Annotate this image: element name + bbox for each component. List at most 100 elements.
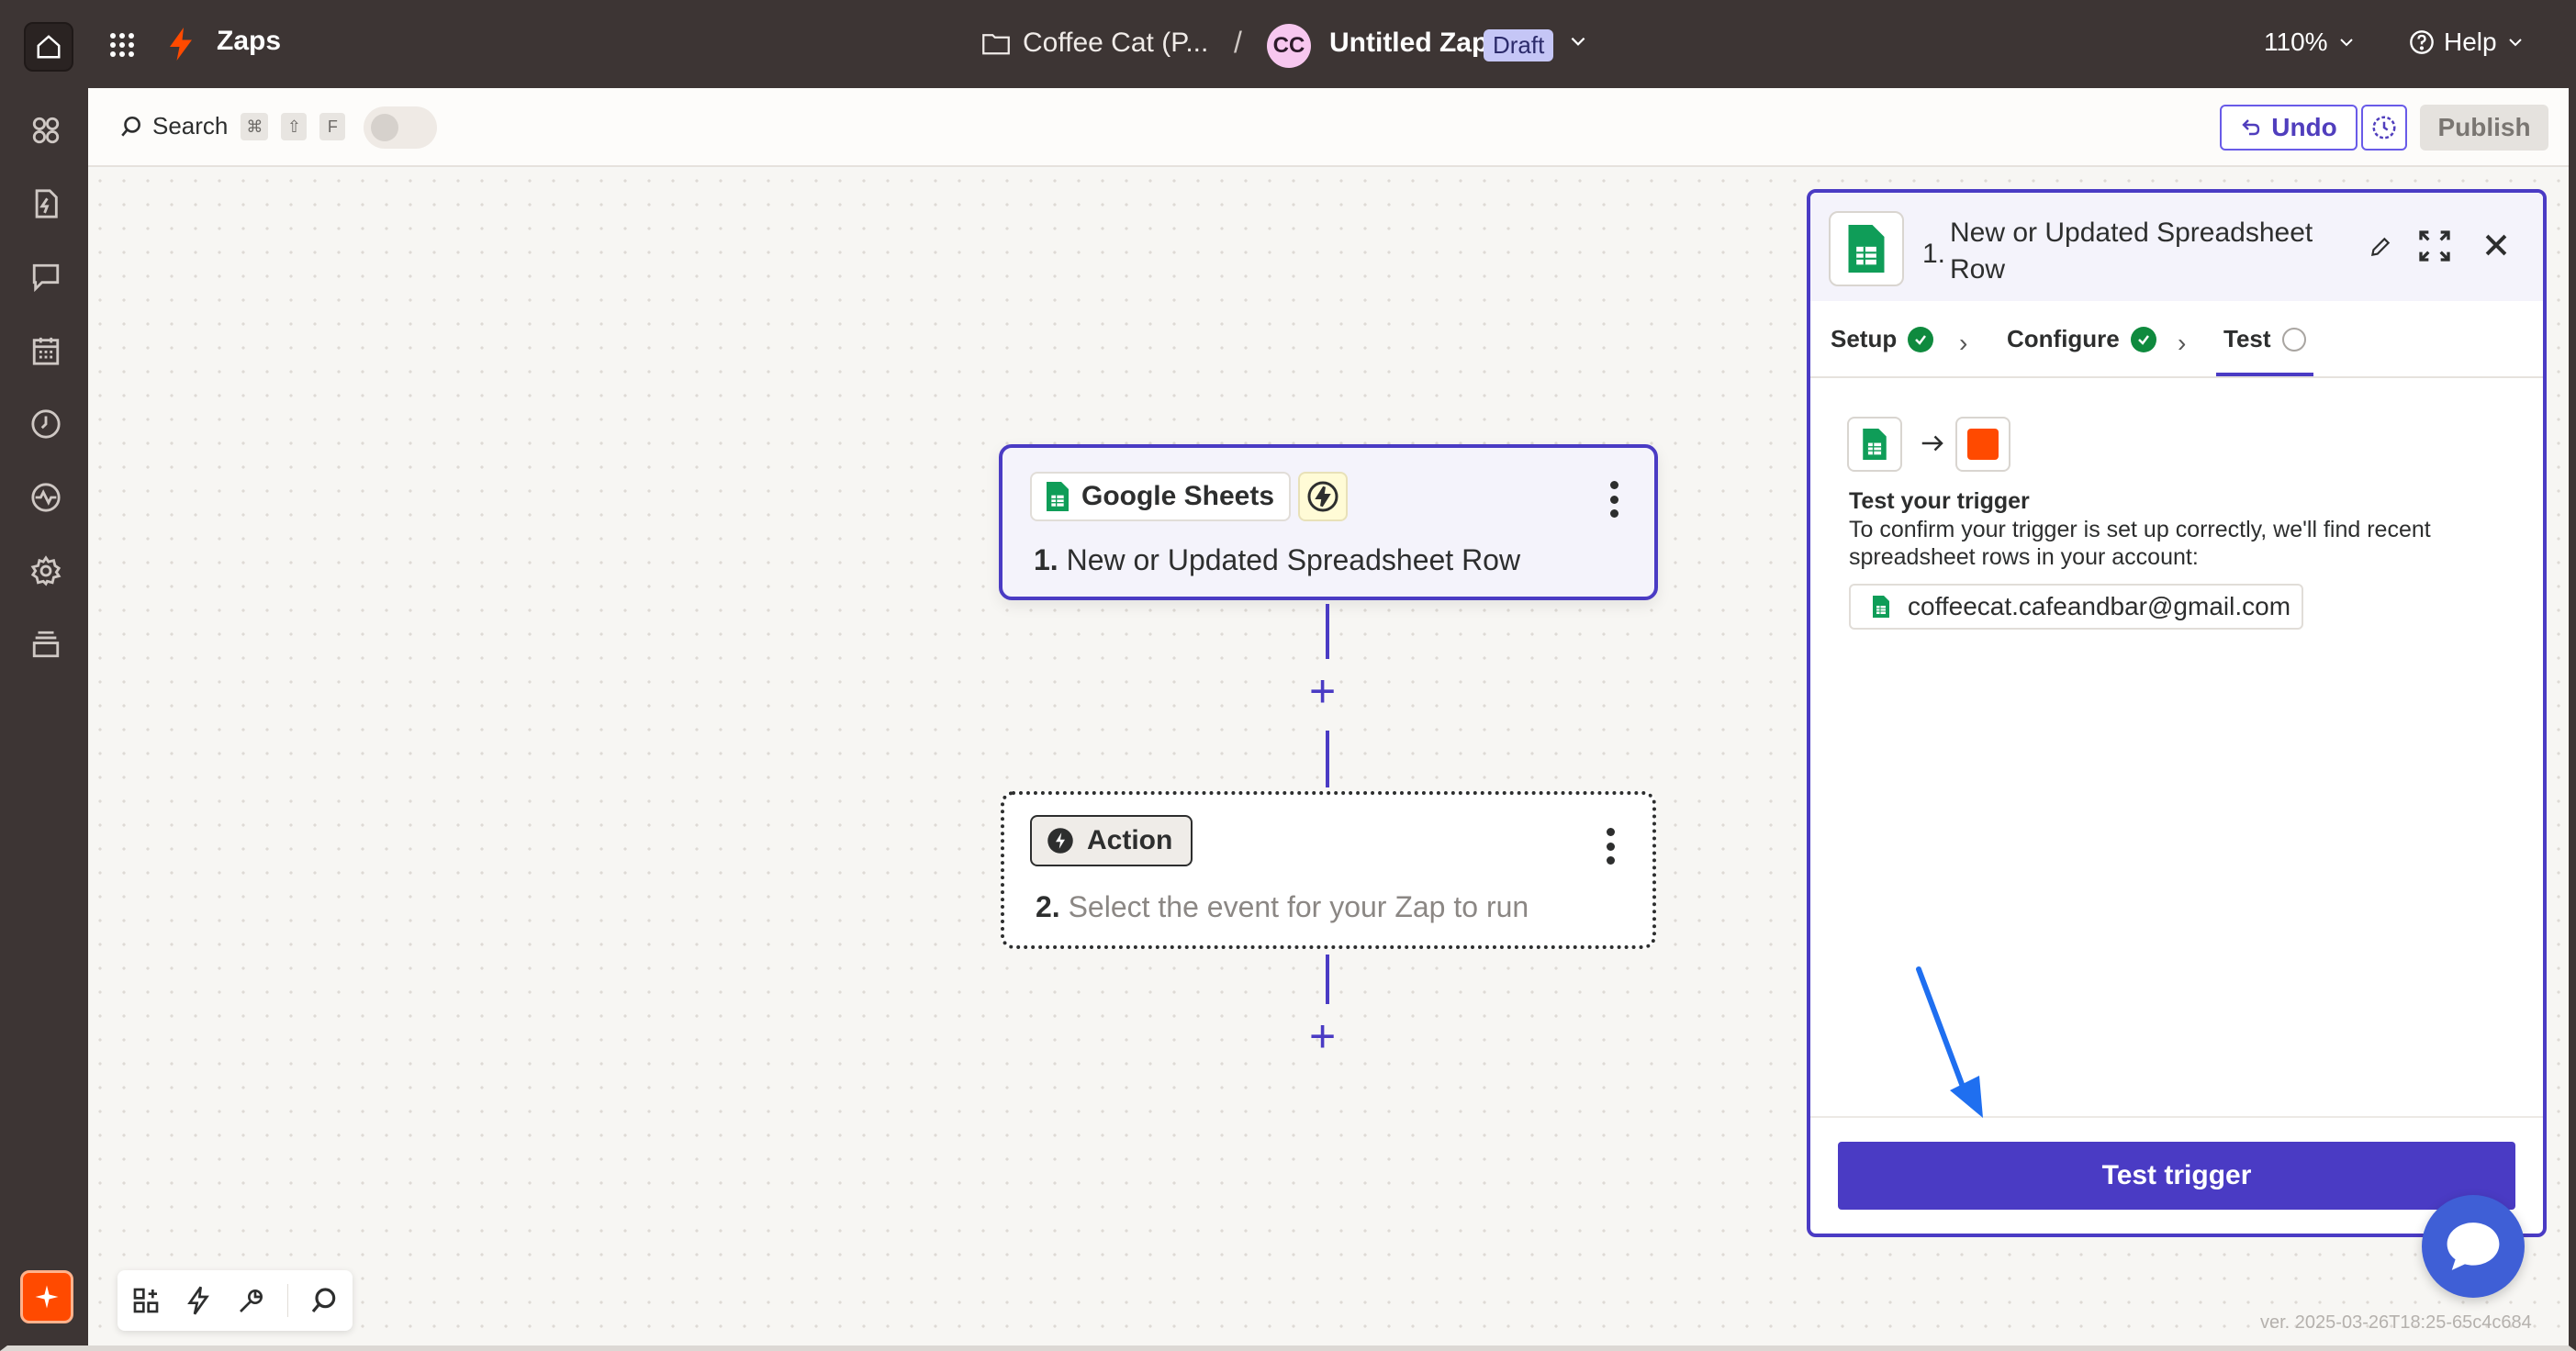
- search-icon: [121, 116, 140, 137]
- help-menu[interactable]: Help: [2409, 28, 2525, 57]
- step-number: 2.: [1036, 890, 1060, 923]
- ai-copilot-button[interactable]: [20, 1270, 73, 1323]
- divider: [286, 1284, 289, 1317]
- top-bar: Zaps Coffee Cat (P... / CC Untitled Zap …: [0, 0, 2576, 88]
- editor-toolbar: Search ⌘ ⇧ F Undo Publish: [88, 88, 2576, 167]
- zoom-level: 110%: [2264, 28, 2328, 56]
- zap-bolt-icon: [167, 28, 195, 61]
- app-window: Zaps Coffee Cat (P... / CC Untitled Zap …: [0, 0, 2576, 1351]
- undo-label: Undo: [2271, 113, 2337, 141]
- version-label: ver. 2025-03-26T18:25-65c4c684: [2260, 1312, 2532, 1333]
- help-icon: [2410, 30, 2434, 54]
- trigger-step-card[interactable]: Google Sheets 1. New or Updated Spreadsh…: [999, 444, 1658, 600]
- test-trigger-button[interactable]: Test trigger: [1838, 1142, 2515, 1210]
- app-name: Google Sheets: [1081, 481, 1275, 511]
- shortcut-key: F: [319, 112, 346, 140]
- expand-icon[interactable]: [2416, 228, 2453, 269]
- search-icon[interactable]: [307, 1282, 342, 1319]
- search-trigger[interactable]: Search ⌘ ⇧ F: [119, 112, 346, 140]
- history-icon[interactable]: [28, 406, 64, 442]
- undo-icon: [2242, 119, 2260, 136]
- zoom-dropdown[interactable]: 110%: [2264, 28, 2356, 57]
- step-menu-icon[interactable]: [1605, 828, 1616, 865]
- zaps-link[interactable]: Zaps: [217, 26, 281, 57]
- panel-step-number: 1.: [1922, 239, 1946, 269]
- home-icon: [37, 35, 61, 59]
- check-icon: [2130, 326, 2156, 352]
- chevron-right-icon: ›: [1959, 329, 1968, 357]
- zap-title[interactable]: Untitled Zap: [1329, 28, 1488, 59]
- connector-line: [1326, 955, 1329, 1004]
- history-icon: [2372, 116, 2396, 140]
- tab-configure[interactable]: Configure: [2007, 325, 2156, 353]
- pending-circle-icon: [2281, 327, 2306, 352]
- panel-title: New or Updated Spreadsheet Row: [1950, 218, 2313, 285]
- annotation-arrow-icon: [1900, 964, 1992, 1133]
- action-step-card[interactable]: Action 2. Select the event for your Zap …: [1001, 791, 1656, 949]
- chevron-right-icon: ›: [2178, 329, 2187, 357]
- bolt-icon[interactable]: [182, 1282, 217, 1319]
- tab-test[interactable]: Test: [2223, 325, 2306, 353]
- avatar[interactable]: CC: [1267, 24, 1311, 68]
- tab-label: Setup: [1831, 325, 1898, 352]
- panel-header: 1. New or Updated Spreadsheet Row: [1810, 193, 2543, 301]
- sparkle-icon: [35, 1285, 59, 1309]
- home-button[interactable]: [24, 22, 73, 72]
- chat-icon[interactable]: [28, 259, 64, 296]
- shortcut-key: ⌘: [241, 112, 269, 140]
- step-menu-button[interactable]: [1335, 481, 1346, 518]
- support-chat-button[interactable]: [2422, 1195, 2525, 1298]
- add-step-icon[interactable]: +: [1309, 668, 1336, 714]
- test-description: To confirm your trigger is set up correc…: [1849, 517, 2431, 570]
- google-sheets-icon: [1047, 482, 1069, 511]
- arrow-right-icon: [1919, 430, 1946, 462]
- app-chip: Google Sheets: [1030, 472, 1292, 521]
- calendar-icon[interactable]: [28, 332, 64, 369]
- test-heading: Test your trigger: [1849, 488, 2030, 514]
- search-label: Search: [152, 112, 229, 140]
- version-history-button[interactable]: [2361, 105, 2407, 151]
- app-switcher-icon[interactable]: [108, 31, 136, 59]
- chevron-down-icon: [2339, 39, 2353, 47]
- account-email: coffeecat.cafeandbar@gmail.com: [1908, 592, 2291, 620]
- activity-icon[interactable]: [28, 479, 64, 516]
- step-event-placeholder: Select the event for your Zap to run: [1068, 890, 1529, 923]
- folder-name: Coffee Cat (P...: [1023, 28, 1209, 58]
- connected-account: coffeecat.cafeandbar@gmail.com: [1849, 584, 2304, 630]
- close-icon[interactable]: [2481, 229, 2512, 265]
- settings-icon[interactable]: [28, 553, 64, 589]
- archive-icon[interactable]: [28, 626, 64, 663]
- apps-icon[interactable]: [28, 112, 64, 149]
- google-sheets-icon: [1847, 417, 1902, 472]
- google-sheets-icon: [1829, 211, 1904, 286]
- action-label: Action: [1087, 825, 1173, 855]
- action-chip: Action: [1030, 815, 1193, 866]
- check-icon: [1908, 326, 1934, 352]
- tab-label: Test: [2223, 325, 2271, 352]
- canvas-tools: [118, 1270, 353, 1331]
- shortcut-key: ⇧: [281, 112, 308, 140]
- step-number: 1.: [1034, 543, 1058, 576]
- folder-breadcrumb[interactable]: Coffee Cat (P...: [982, 28, 1208, 59]
- status-badge: Draft: [1484, 29, 1554, 61]
- publish-button[interactable]: Publish: [2420, 105, 2548, 151]
- canvas-toggle[interactable]: [364, 106, 437, 149]
- tab-label: Configure: [2007, 325, 2120, 352]
- panel-tabs: Setup › Configure › Test: [1810, 301, 2543, 378]
- undo-button[interactable]: Undo: [2220, 105, 2358, 151]
- add-step-icon[interactable]: +: [1309, 1013, 1336, 1059]
- help-label: Help: [2444, 28, 2497, 56]
- zap-file-icon[interactable]: [28, 185, 64, 222]
- chevron-down-icon[interactable]: [1568, 31, 1588, 51]
- bolt-circle-icon: [1047, 828, 1073, 854]
- tab-setup[interactable]: Setup: [1831, 325, 1934, 353]
- connector-line: [1326, 731, 1329, 787]
- add-widget-icon[interactable]: [129, 1282, 163, 1319]
- zapier-app-icon: [1955, 417, 2010, 472]
- chat-bubble-icon: [2447, 1223, 2500, 1270]
- step-menu-icon[interactable]: [1608, 481, 1619, 518]
- edit-icon[interactable]: [2369, 235, 2392, 263]
- tools-icon[interactable]: [234, 1282, 269, 1319]
- active-tab-indicator: [2216, 373, 2313, 376]
- step-event: New or Updated Spreadsheet Row: [1066, 543, 1521, 576]
